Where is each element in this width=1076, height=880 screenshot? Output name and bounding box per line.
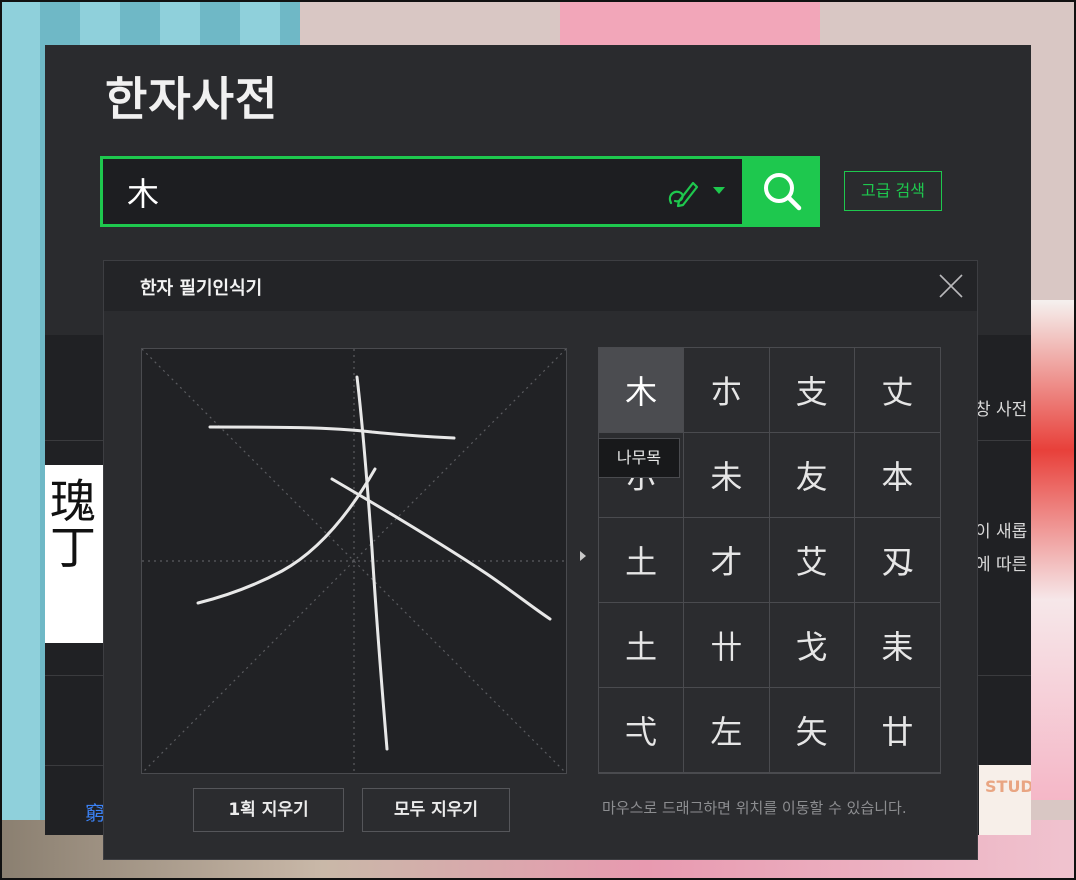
side-text: 이 새롭 <box>975 522 1028 542</box>
candidate-cell[interactable]: 丈 <box>854 348 940 433</box>
candidate-cell[interactable]: 本 <box>854 433 940 518</box>
search-icon <box>764 173 802 211</box>
arrow-right-icon <box>580 551 586 561</box>
candidate-cell[interactable]: 朩 <box>684 348 770 433</box>
candidate-cell[interactable]: 耒 <box>854 603 940 688</box>
candidate-cell[interactable]: 左 <box>684 688 770 773</box>
candidate-cell[interactable]: 支 <box>769 348 855 433</box>
thumbnail-text: 瑰丁 <box>45 477 97 569</box>
handwriting-popup[interactable]: 한자 필기인식기 木朩支丈朩未友本土才艾刄土卄戈耒弌左矢廿 나무목 1획 지우기 <box>103 260 978 860</box>
popup-header[interactable]: 한자 필기인식기 <box>104 261 977 311</box>
drawing-canvas[interactable] <box>141 348 567 774</box>
clear-all-button[interactable]: 모두 지우기 <box>362 788 510 832</box>
candidate-cell[interactable]: 刄 <box>854 518 940 603</box>
search-box <box>100 156 745 227</box>
candidate-grid: 木朩支丈朩未友本土才艾刄土卄戈耒弌左矢廿 <box>598 347 941 774</box>
close-icon[interactable] <box>938 273 964 299</box>
candidate-cell[interactable]: 弌 <box>599 688 685 773</box>
candidate-cell[interactable]: 戈 <box>769 603 855 688</box>
handwrite-icon[interactable] <box>663 173 703 211</box>
search-button[interactable] <box>745 156 820 227</box>
candidate-cell[interactable]: 木 <box>599 348 685 433</box>
undo-stroke-button[interactable]: 1획 지우기 <box>193 788 344 832</box>
candidate-cell[interactable]: 未 <box>684 433 770 518</box>
candidate-cell[interactable]: 土 <box>599 518 685 603</box>
drag-hint: 마우스로 드래그하면 위치를 이동할 수 있습니다. <box>602 799 907 817</box>
advanced-search-button[interactable]: 고급 검색 <box>844 171 942 211</box>
candidate-cell[interactable]: 艾 <box>769 518 855 603</box>
side-text: 에 따른 <box>975 555 1028 575</box>
bottom-link[interactable]: 窮 <box>85 797 105 826</box>
corner-banner: STUD <box>979 765 1031 835</box>
candidate-cell[interactable]: 土 <box>599 603 685 688</box>
candidate-cell[interactable]: 廿 <box>854 688 940 773</box>
candidate-cell[interactable]: 友 <box>769 433 855 518</box>
popup-title: 한자 필기인식기 <box>140 278 263 299</box>
thumbnail-image[interactable]: 瑰丁 <box>45 465 103 643</box>
side-text: 창 사전 <box>975 400 1028 420</box>
candidate-cell[interactable]: 卄 <box>684 603 770 688</box>
dropdown-icon[interactable] <box>713 187 725 194</box>
candidate-tooltip: 나무목 <box>598 438 680 478</box>
candidate-cell[interactable]: 才 <box>684 518 770 603</box>
search-input[interactable] <box>125 169 649 215</box>
candidate-cell[interactable]: 矢 <box>769 688 855 773</box>
app-title: 한자사전 <box>105 72 279 126</box>
